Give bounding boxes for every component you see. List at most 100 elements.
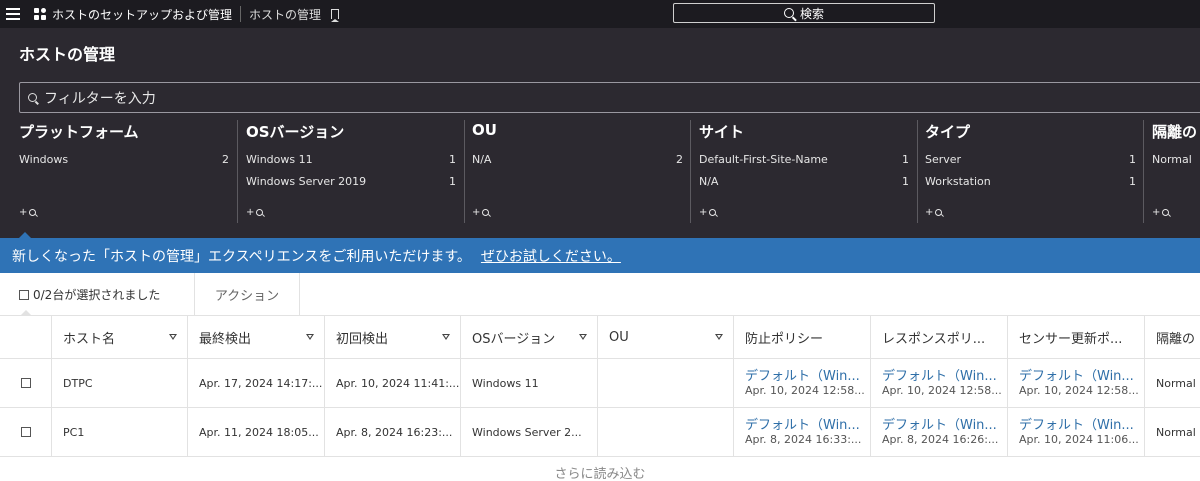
breadcrumb-page[interactable]: ホストの管理 — [249, 6, 321, 23]
select-all[interactable]: 0/2台が選択されました — [19, 286, 160, 303]
policy-link[interactable]: デフォルト（Win... — [1019, 369, 1134, 384]
actions-button[interactable]: アクション — [194, 273, 300, 316]
menu-icon[interactable] — [6, 8, 20, 20]
sort-icon[interactable] — [715, 334, 723, 340]
column-header-sensor-update-policy[interactable]: センサー更新ポ... — [1007, 316, 1144, 358]
column-header-os-version[interactable]: OSバージョン — [460, 316, 597, 358]
filter-panel: ホストの管理 フィルターを入力 プラットフォーム Windows 2 + OSバ… — [0, 28, 1200, 238]
facet-title: OSバージョン — [246, 123, 345, 141]
facet-add-filter[interactable]: + — [1152, 207, 1170, 218]
search-icon — [935, 209, 943, 216]
cell-last-seen: Apr. 17, 2024 14:17:... — [187, 359, 324, 407]
facet-site: サイト Default-First-Site-Name 1 N/A 1 + — [699, 121, 916, 229]
row-checkbox[interactable] — [20, 427, 31, 437]
facet-option[interactable]: Windows Server 2019 1 — [246, 175, 463, 188]
cell-containment: Normal — [1144, 408, 1200, 456]
policy-link[interactable]: デフォルト（Win... — [1019, 418, 1134, 433]
cell-hostname[interactable]: DTPC — [51, 359, 187, 407]
global-search[interactable]: 検索 — [673, 3, 935, 23]
plus-label: + — [925, 207, 934, 218]
policy-link[interactable]: デフォルト（Win... — [745, 418, 860, 433]
table-header-row: ホスト名 最終検出 初回検出 OSバージョン OU 防止ポリシー レスポンスポリ… — [0, 316, 1200, 359]
column-header-response-policy[interactable]: レスポンスポリ... — [870, 316, 1007, 358]
row-select-cell — [0, 359, 51, 407]
sort-icon[interactable] — [169, 334, 177, 340]
cell-sensor-update-policy: デフォルト（Win... Apr. 10, 2024 12:58... — [1007, 359, 1144, 407]
breadcrumb-separator — [240, 6, 242, 22]
column-header-containment[interactable]: 隔離の — [1144, 316, 1200, 358]
facet-title: 隔離の — [1152, 123, 1198, 141]
sort-icon[interactable] — [306, 334, 314, 340]
banner-try-link[interactable]: ぜひお試しください。 — [481, 246, 621, 266]
facet-option-count: 1 — [902, 153, 909, 166]
load-more-link[interactable]: さらに読み込む — [0, 463, 1200, 481]
column-label: 隔離の — [1156, 331, 1196, 347]
cell-os-version: Windows 11 — [460, 359, 597, 407]
facet-option-label: Default-First-Site-Name — [699, 153, 828, 166]
facet-option[interactable]: Windows 2 — [19, 153, 236, 166]
column-label: OSバージョン — [472, 331, 556, 347]
facet-option-label: N/A — [699, 175, 719, 188]
select-all-checkbox[interactable] — [19, 289, 29, 300]
facet-add-filter[interactable]: + — [925, 207, 943, 218]
policy-link[interactable]: デフォルト（Win... — [882, 369, 997, 384]
column-label: センサー更新ポ... — [1019, 331, 1123, 347]
filter-placeholder: フィルターを入力 — [44, 90, 156, 107]
table-row[interactable]: PC1 Apr. 11, 2024 18:05... Apr. 8, 2024 … — [0, 408, 1200, 457]
plus-label: + — [1152, 207, 1161, 218]
facet-option[interactable]: Server 1 — [925, 153, 1143, 166]
apps-icon[interactable] — [34, 8, 46, 20]
search-icon — [29, 209, 37, 216]
facet-add-filter[interactable]: + — [246, 207, 264, 218]
facet-ou: OU N/A 2 + — [472, 121, 690, 229]
column-label: レスポンスポリ... — [882, 331, 986, 347]
column-header-prevention-policy[interactable]: 防止ポリシー — [733, 316, 870, 358]
column-label: 初回検出 — [336, 331, 389, 347]
column-header-ou[interactable]: OU — [597, 316, 733, 358]
column-label: 最終検出 — [199, 331, 252, 347]
facet-option[interactable]: Workstation 1 — [925, 175, 1143, 188]
plus-label: + — [246, 207, 255, 218]
facet-add-filter[interactable]: + — [699, 207, 717, 218]
divider — [1143, 120, 1144, 223]
facet-os-version: OSバージョン Windows 11 1 Windows Server 2019… — [246, 121, 463, 229]
column-header-first-seen[interactable]: 初回検出 — [324, 316, 460, 358]
facet-option-label: Normal — [1152, 153, 1192, 166]
column-label: ホスト名 — [63, 331, 116, 347]
policy-date: Apr. 10, 2024 12:58... — [1019, 384, 1139, 397]
search-icon — [482, 209, 490, 216]
facet-option[interactable]: Windows 11 1 — [246, 153, 463, 166]
column-label: 防止ポリシー — [745, 331, 824, 347]
column-label: OU — [609, 329, 629, 345]
policy-date: Apr. 8, 2024 16:33:... — [745, 433, 862, 446]
sort-icon[interactable] — [442, 334, 450, 340]
row-checkbox[interactable] — [20, 378, 31, 388]
facet-option-count: 1 — [1129, 153, 1136, 166]
policy-link[interactable]: デフォルト（Win... — [882, 418, 997, 433]
facet-add-filter[interactable]: + — [472, 207, 490, 218]
column-header-last-seen[interactable]: 最終検出 — [187, 316, 324, 358]
policy-date: Apr. 10, 2024 12:58... — [882, 384, 1002, 397]
sort-icon[interactable] — [579, 334, 587, 340]
facet-option-label: Windows — [19, 153, 69, 166]
facet-option[interactable]: N/A 1 — [699, 175, 916, 188]
table-row[interactable]: DTPC Apr. 17, 2024 14:17:... Apr. 10, 20… — [0, 359, 1200, 408]
top-bar: ホストのセットアップおよび管理 ホストの管理 検索 — [0, 0, 1200, 28]
facet-option[interactable]: Default-First-Site-Name 1 — [699, 153, 916, 166]
facet-option[interactable]: Normal — [1152, 153, 1200, 166]
facet-add-filter[interactable]: + — [19, 207, 37, 218]
cell-os-version: Windows Server 2... — [460, 408, 597, 456]
column-header-hostname[interactable]: ホスト名 — [51, 316, 187, 358]
search-icon — [783, 8, 794, 18]
bookmark-icon[interactable] — [331, 9, 340, 22]
policy-link[interactable]: デフォルト（Win... — [745, 369, 860, 384]
filter-search-icon — [28, 93, 37, 102]
hosts-table: ホスト名 最終検出 初回検出 OSバージョン OU 防止ポリシー レスポンスポリ… — [0, 316, 1200, 457]
divider — [237, 120, 238, 223]
facet-option[interactable]: N/A 2 — [472, 153, 690, 166]
plus-label: + — [19, 207, 28, 218]
breadcrumb-app[interactable]: ホストのセットアップおよび管理 — [52, 6, 232, 23]
cell-hostname[interactable]: PC1 — [51, 408, 187, 456]
facet-option-count: 1 — [902, 175, 909, 188]
filter-input[interactable]: フィルターを入力 — [19, 82, 1200, 113]
